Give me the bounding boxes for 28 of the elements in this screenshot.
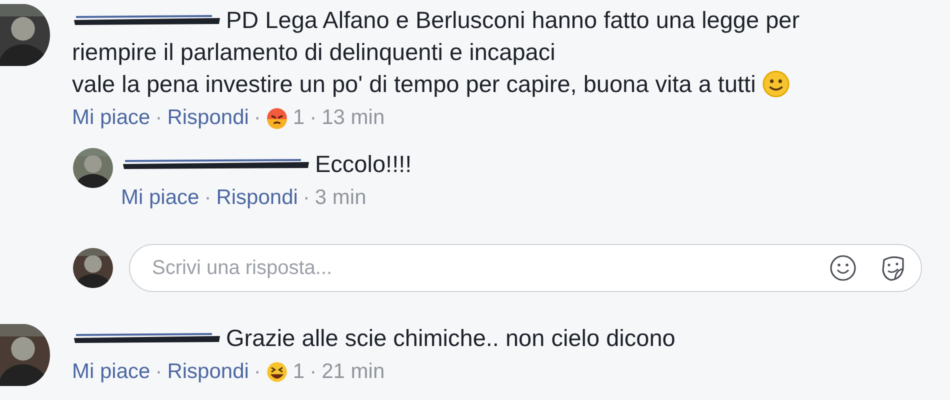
separator: · xyxy=(155,359,162,385)
emoji-icon[interactable] xyxy=(829,254,857,282)
separator: · xyxy=(254,359,261,385)
separator: · xyxy=(204,185,212,211)
reaction-count: 1 xyxy=(292,359,305,385)
comment-text: vale la pena investire un po' di tempo per capire, buona vita a tutti xyxy=(72,70,756,99)
separator: · xyxy=(302,185,310,211)
reply-link[interactable]: Rispondi xyxy=(167,100,249,136)
separator: · xyxy=(310,105,317,131)
separator: · xyxy=(155,105,162,131)
sticker-icon[interactable] xyxy=(879,254,907,282)
like-link[interactable]: Mi piace xyxy=(72,100,150,136)
reply-link[interactable]: Rispondi xyxy=(216,180,298,216)
timestamp: 21 min xyxy=(322,359,385,385)
timestamp: 13 min xyxy=(322,105,385,131)
separator: · xyxy=(310,359,317,385)
like-link[interactable]: Mi piace xyxy=(72,354,150,390)
reply-link[interactable]: Rispondi xyxy=(167,354,249,390)
comment-text: riempire il parlamento di delinquenti e incapaci xyxy=(72,38,556,67)
comment-text: Grazie alle scie chimiche.. non cielo dicono xyxy=(226,324,676,353)
comment-text: Eccolo!!!! xyxy=(315,150,412,179)
timestamp: 3 min xyxy=(314,185,366,211)
comment-text: PD Lega Alfano e Berlusconi hanno fatto una legge per xyxy=(226,6,800,35)
reaction-count: 1 xyxy=(292,105,305,131)
reply-input[interactable]: Scrivi una risposta... xyxy=(150,252,807,284)
separator: · xyxy=(254,105,261,131)
like-link[interactable]: Mi piace xyxy=(121,180,200,216)
reply-field[interactable]: Scrivi una risposta... xyxy=(129,244,922,292)
